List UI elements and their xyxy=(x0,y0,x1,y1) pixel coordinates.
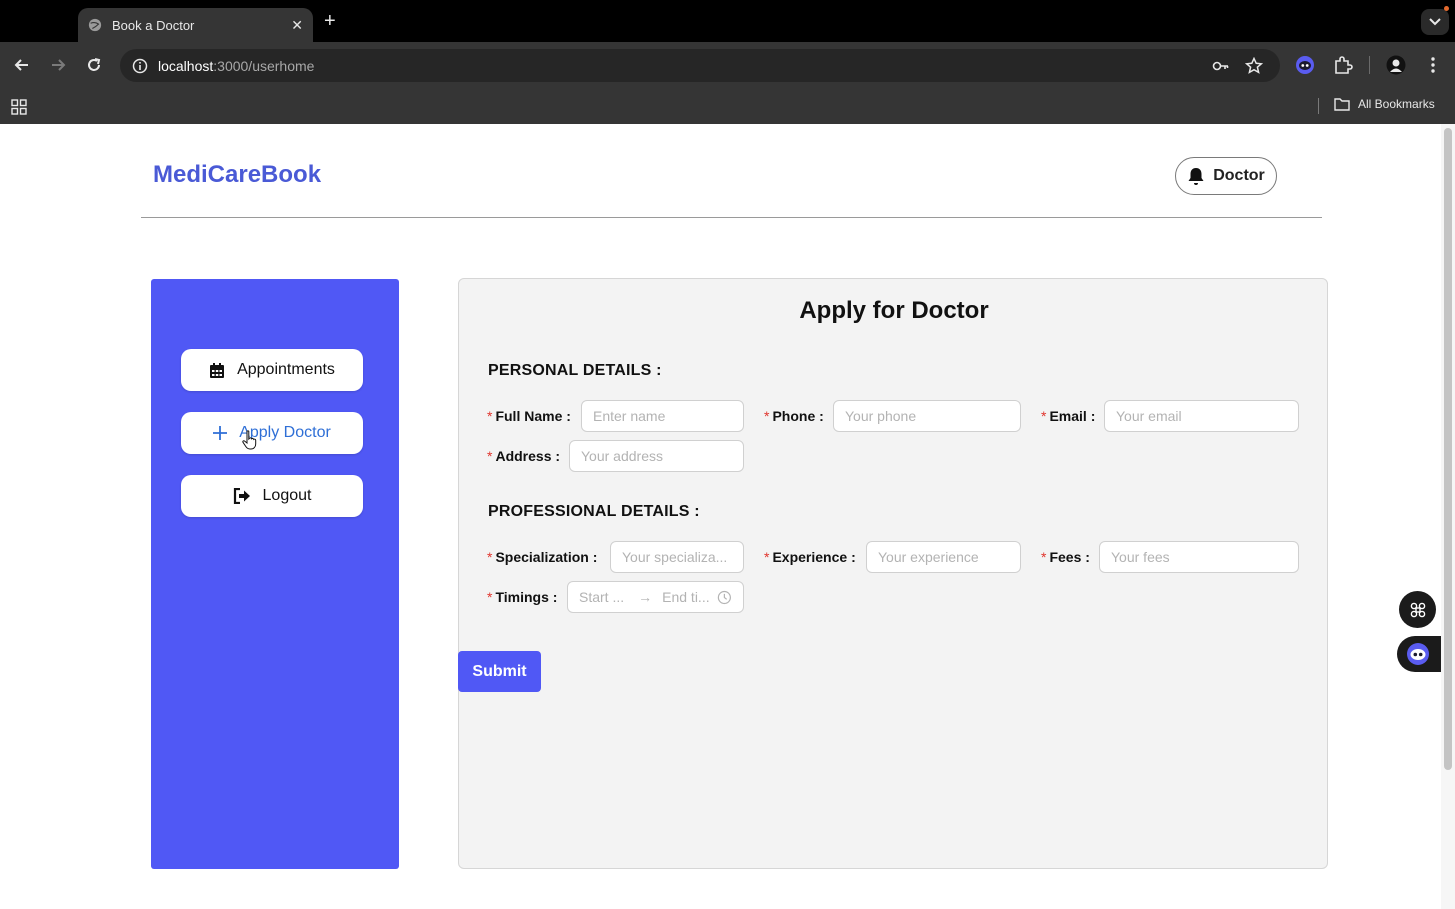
professional-details-heading: PROFESSIONAL DETAILS : xyxy=(488,503,700,520)
timings-label: * Timings : xyxy=(487,589,558,605)
apply-doctor-form: Apply for Doctor PERSONAL DETAILS : * Ful… xyxy=(458,278,1328,869)
folder-icon xyxy=(1334,98,1350,111)
tab-title: Book a Doctor xyxy=(112,17,195,33)
timing-start-input[interactable]: Start ... xyxy=(579,589,630,605)
bell-icon xyxy=(1188,167,1204,185)
range-arrow-icon: → xyxy=(638,589,653,605)
notification-dot xyxy=(1444,6,1449,11)
experience-input[interactable] xyxy=(866,541,1021,573)
experience-label: * Experience : xyxy=(764,549,856,565)
chevron-down-icon xyxy=(1429,18,1441,26)
sidebar-item-label: Logout xyxy=(262,487,312,504)
command-icon xyxy=(1410,602,1425,617)
floating-assistant-button[interactable] xyxy=(1397,636,1441,672)
profile-avatar-icon[interactable] xyxy=(1386,55,1406,75)
email-label: * Email : xyxy=(1041,408,1096,424)
bookmarks-bar: All Bookmarks xyxy=(0,88,1455,124)
specialization-input[interactable] xyxy=(610,541,744,573)
extension-bot-icon[interactable] xyxy=(1295,55,1315,75)
extensions-puzzle-icon[interactable] xyxy=(1333,55,1353,75)
timing-end-input[interactable]: End ti... xyxy=(662,589,713,605)
all-bookmarks-button[interactable]: All Bookmarks xyxy=(1334,97,1435,111)
toolbar-separator xyxy=(1369,56,1370,74)
forward-button[interactable] xyxy=(47,54,69,76)
page-scrollbar[interactable] xyxy=(1441,124,1455,909)
arrow-right-icon xyxy=(52,59,66,71)
url-path: :3000/userhome xyxy=(213,57,315,74)
full-name-label: * Full Name : xyxy=(487,408,571,424)
sidebar-item-appointments[interactable]: Appointments xyxy=(181,349,363,391)
url-host: localhost xyxy=(158,57,214,74)
sidebar-item-label: Appointments xyxy=(237,361,335,378)
close-tab-icon[interactable]: ✕ xyxy=(291,17,303,34)
back-button[interactable] xyxy=(11,54,33,76)
browser-menu-icon[interactable] xyxy=(1423,55,1443,75)
header-divider xyxy=(141,217,1322,218)
scrollbar-thumb[interactable] xyxy=(1444,128,1452,770)
pointer-cursor-icon xyxy=(242,430,257,450)
new-tab-icon[interactable]: + xyxy=(324,10,336,33)
calendar-icon xyxy=(210,362,225,378)
sidebar-item-apply-doctor[interactable]: Apply Doctor xyxy=(181,412,363,454)
clock-icon xyxy=(718,590,732,604)
page-content: MediCareBook Doctor Appointments Apply D… xyxy=(0,124,1441,909)
specialization-label: * Specialization : xyxy=(487,549,598,565)
logout-icon xyxy=(233,488,250,504)
address-label: * Address : xyxy=(487,448,561,464)
tab-search-button[interactable] xyxy=(1421,9,1449,35)
sidebar: Appointments Apply Doctor Logout xyxy=(151,279,399,869)
password-key-icon[interactable] xyxy=(1212,57,1230,75)
bookmark-star-icon[interactable] xyxy=(1245,57,1263,75)
personal-details-heading: PERSONAL DETAILS : xyxy=(488,362,662,379)
address-input[interactable] xyxy=(569,440,744,472)
address-bar[interactable]: localhost:3000/userhome xyxy=(120,49,1280,82)
bookmarks-separator xyxy=(1318,98,1319,114)
apps-grid-icon[interactable] xyxy=(11,99,27,115)
app-logo[interactable]: MediCareBook xyxy=(153,161,321,189)
fees-label: * Fees : xyxy=(1041,549,1090,565)
site-info-icon[interactable] xyxy=(132,58,148,74)
assistant-bot-icon xyxy=(1407,643,1429,665)
all-bookmarks-label: All Bookmarks xyxy=(1358,97,1435,111)
timings-range-picker[interactable]: Start ... → End ti... xyxy=(567,581,744,613)
user-notification-button[interactable]: Doctor xyxy=(1175,157,1277,195)
submit-button[interactable]: Submit xyxy=(458,651,541,692)
user-role-label: Doctor xyxy=(1213,167,1265,184)
phone-input[interactable] xyxy=(833,400,1021,432)
form-title: Apply for Doctor xyxy=(799,297,989,324)
floating-command-button[interactable] xyxy=(1399,591,1436,628)
reload-button[interactable] xyxy=(83,54,105,76)
arrow-left-icon xyxy=(14,59,28,71)
browser-tab-bar: Book a Doctor ✕ + xyxy=(0,0,1455,42)
reload-icon xyxy=(88,58,101,71)
phone-label: * Phone : xyxy=(764,408,824,424)
fees-input[interactable] xyxy=(1099,541,1299,573)
sidebar-item-logout[interactable]: Logout xyxy=(181,475,363,517)
browser-toolbar: localhost:3000/userhome xyxy=(0,42,1455,88)
plus-icon xyxy=(213,426,228,440)
browser-tab[interactable]: Book a Doctor ✕ xyxy=(78,8,313,42)
full-name-input[interactable] xyxy=(581,400,744,432)
email-input[interactable] xyxy=(1104,400,1299,432)
globe-icon xyxy=(88,18,102,32)
